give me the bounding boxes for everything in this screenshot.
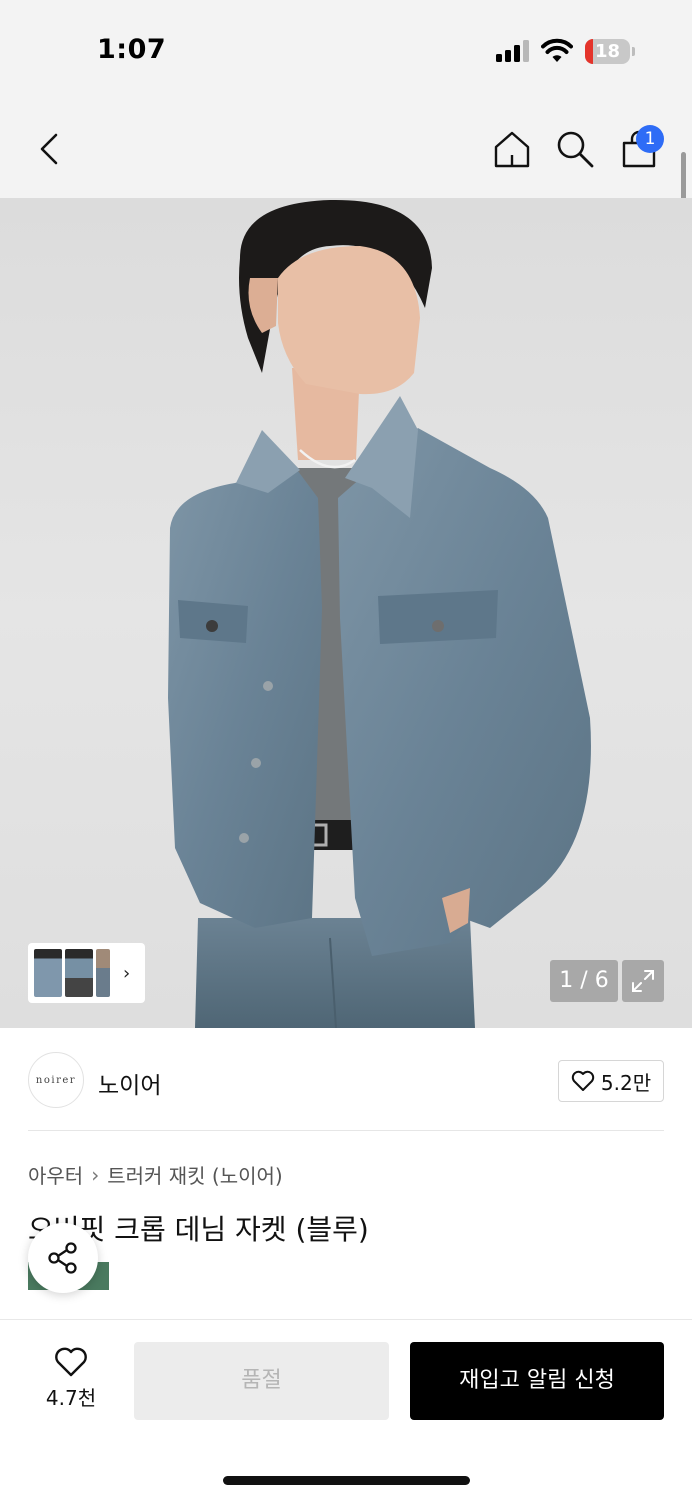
home-icon xyxy=(494,131,530,168)
breadcrumb: 아우터 › 트러커 재킷 (노이어) xyxy=(28,1160,283,1189)
chevron-left-icon xyxy=(40,133,58,165)
cellular-signal-icon xyxy=(496,40,532,62)
search-icon xyxy=(557,131,594,168)
image-counter: 1 / 6 xyxy=(550,960,618,1002)
bottom-action-bar: 4.7천 품절 재입고 알림 신청 xyxy=(0,1319,692,1500)
expand-button[interactable] xyxy=(622,960,664,1002)
back-button[interactable] xyxy=(26,126,72,172)
share-button[interactable] xyxy=(28,1223,98,1293)
soldout-button: 품절 xyxy=(134,1342,389,1420)
thumbnail[interactable] xyxy=(65,949,93,997)
share-icon xyxy=(48,1242,77,1274)
wishlist-count: 4.7천 xyxy=(45,1386,97,1410)
wifi-icon xyxy=(541,38,573,64)
search-button[interactable] xyxy=(552,126,598,172)
product-image-gallery[interactable]: › 1 / 6 xyxy=(0,198,692,1028)
breadcrumb-separator: › xyxy=(91,1162,100,1187)
chevron-right-icon: › xyxy=(123,962,131,984)
divider xyxy=(28,1130,664,1131)
wishlist-button[interactable]: 4.7천 xyxy=(30,1346,112,1416)
brand-like-button[interactable]: 5.2만 xyxy=(558,1060,664,1102)
battery-icon: 18 xyxy=(585,39,635,64)
status-bar: 1:07 18 xyxy=(0,0,692,100)
brand-logo[interactable]: noirer xyxy=(28,1052,84,1108)
brand-name[interactable]: 노이어 xyxy=(98,1066,161,1100)
home-button[interactable] xyxy=(489,126,535,172)
cart-count-badge: 1 xyxy=(636,125,664,153)
breadcrumb-item[interactable]: 트러커 재킷 (노이어) xyxy=(107,1160,283,1189)
heart-icon xyxy=(55,1347,87,1377)
restock-alert-button[interactable]: 재입고 알림 신청 xyxy=(410,1342,664,1420)
thumbnail[interactable] xyxy=(34,949,62,997)
breadcrumb-item[interactable]: 아우터 xyxy=(28,1160,83,1189)
heart-icon xyxy=(571,1070,595,1091)
home-indicator xyxy=(223,1476,470,1485)
nav-header xyxy=(0,100,692,198)
thumbnail-strip[interactable]: › xyxy=(28,943,145,1003)
battery-level: 18 xyxy=(594,41,621,62)
thumbnail[interactable] xyxy=(96,949,110,997)
status-time: 1:07 xyxy=(97,34,167,65)
brand-row: noirer 노이어 5.2만 xyxy=(0,1030,692,1130)
product-photo xyxy=(168,199,591,1028)
brand-like-count: 5.2만 xyxy=(600,1070,652,1095)
expand-icon xyxy=(632,970,654,992)
